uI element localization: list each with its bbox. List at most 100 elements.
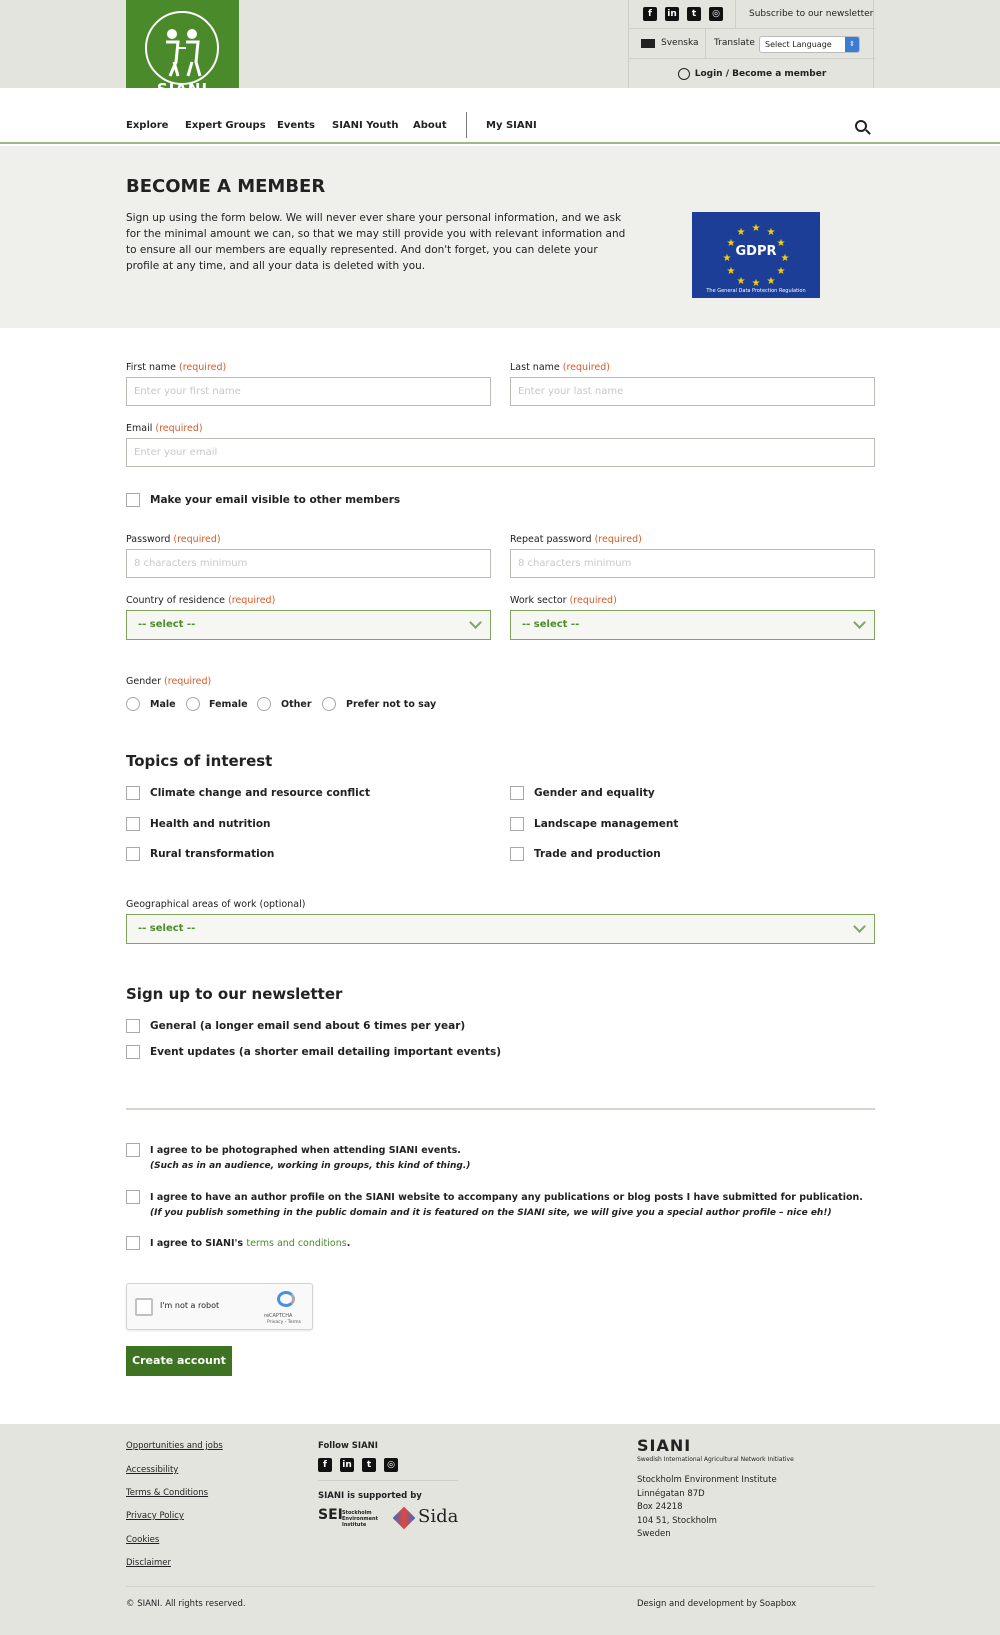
- twitter-icon[interactable]: t: [687, 7, 701, 21]
- email-input[interactable]: Enter your email: [126, 438, 875, 467]
- nav-explore[interactable]: Explore: [126, 120, 168, 131]
- create-account-button[interactable]: Create account: [126, 1346, 232, 1376]
- gender-male-radio[interactable]: [126, 697, 140, 711]
- newsletter-heading: Sign up to our newsletter: [126, 985, 343, 1003]
- gender-male-label: Male: [150, 699, 176, 710]
- work-sector-select[interactable]: -- select --: [510, 610, 875, 640]
- recaptcha-checkbox[interactable]: [135, 1298, 153, 1316]
- footer-link[interactable]: Cookies: [126, 1535, 159, 1545]
- main-nav: [0, 88, 1000, 144]
- footer-social-links: f in t ◎: [318, 1458, 398, 1472]
- copyright: © SIANI. All rights reserved.: [126, 1599, 246, 1609]
- logo-emblem-icon: [145, 11, 219, 85]
- newsletter-link[interactable]: Subscribe to our newsletter: [749, 9, 873, 19]
- gender-prefer-not-label: Prefer not to say: [346, 699, 437, 710]
- instagram-icon[interactable]: ◎: [384, 1458, 398, 1472]
- gender-other-label: Other: [281, 699, 312, 710]
- repeat-password-input[interactable]: 8 characters minimum: [510, 549, 875, 578]
- instagram-icon[interactable]: ◎: [709, 7, 723, 21]
- linkedin-icon[interactable]: in: [665, 7, 679, 21]
- topic-label: Landscape management: [534, 818, 679, 830]
- recaptcha-widget: I'm not a robot reCAPTCHA Privacy - Term…: [126, 1283, 313, 1330]
- twitter-icon[interactable]: t: [362, 1458, 376, 1472]
- user-icon: [677, 67, 690, 80]
- topic-checkbox[interactable]: [510, 786, 524, 800]
- utility-bar: f in t ◎ Subscribe to our newsletter Sve…: [628, 0, 875, 88]
- chevron-down-icon: [853, 616, 866, 629]
- email-visible-label: Make your email visible to other members: [150, 494, 401, 506]
- section-divider: [126, 1108, 875, 1110]
- last-name-input[interactable]: Enter your last name: [510, 377, 875, 406]
- footer-link[interactable]: Opportunities and jobs: [126, 1441, 223, 1451]
- footer-link[interactable]: Privacy Policy: [126, 1511, 184, 1521]
- supported-heading: SIANI is supported by: [318, 1491, 422, 1501]
- utility-row-login[interactable]: Login / Become a member: [629, 59, 875, 88]
- topic-label: Trade and production: [534, 848, 661, 860]
- gender-label: Gender (required): [126, 676, 212, 687]
- recaptcha-brand: reCAPTCHA: [264, 1313, 293, 1319]
- first-name-input[interactable]: Enter your first name: [126, 377, 491, 406]
- topic-checkbox[interactable]: [510, 847, 524, 861]
- geo-label: Geographical areas of work (optional): [126, 899, 306, 910]
- geo-select[interactable]: -- select --: [126, 914, 875, 944]
- newsletter-general-checkbox[interactable]: [126, 1019, 140, 1033]
- sida-logo[interactable]: Sida: [418, 1506, 458, 1527]
- translate-select[interactable]: Select Language ⇕: [759, 36, 860, 53]
- newsletter-events-checkbox[interactable]: [126, 1045, 140, 1059]
- consent-author-note: (If you publish something in the public …: [150, 1208, 832, 1218]
- topic-label: Gender and equality: [534, 787, 655, 799]
- gender-other-radio[interactable]: [257, 697, 271, 711]
- credit[interactable]: Design and development by Soapbox: [637, 1599, 796, 1609]
- facebook-icon[interactable]: f: [318, 1458, 332, 1472]
- chevron-down-icon: [853, 920, 866, 933]
- svg-text:★: ★: [727, 266, 736, 277]
- consent-photo-checkbox[interactable]: [126, 1143, 140, 1157]
- svg-text:★: ★: [777, 266, 786, 277]
- gender-female-radio[interactable]: [186, 697, 200, 711]
- footer-link[interactable]: Terms & Conditions: [126, 1488, 208, 1498]
- recaptcha-links[interactable]: Privacy - Terms: [267, 1320, 301, 1325]
- topic-checkbox[interactable]: [126, 786, 140, 800]
- consent-author-checkbox[interactable]: [126, 1190, 140, 1204]
- password-label: Password (required): [126, 534, 221, 545]
- nav-my-siani[interactable]: My SIANI: [486, 120, 537, 131]
- consent-terms-checkbox[interactable]: [126, 1236, 140, 1250]
- consent-terms-prefix: I agree to SIANI's: [150, 1238, 247, 1249]
- topics-heading: Topics of interest: [126, 752, 273, 770]
- country-select[interactable]: -- select --: [126, 610, 491, 640]
- page-title: BECOME A MEMBER: [126, 176, 326, 197]
- topic-checkbox[interactable]: [126, 847, 140, 861]
- nav-siani-youth[interactable]: SIANI Youth: [332, 120, 398, 131]
- terms-link[interactable]: terms and conditions: [246, 1238, 346, 1249]
- facebook-icon[interactable]: f: [643, 7, 657, 21]
- footer-link[interactable]: Disclaimer: [126, 1558, 171, 1568]
- language-link[interactable]: Svenska: [661, 38, 699, 48]
- chevron-down-icon: [469, 616, 482, 629]
- email-visible-checkbox[interactable]: [126, 493, 140, 507]
- svg-text:★: ★: [767, 276, 776, 286]
- svg-text:★: ★: [752, 223, 761, 234]
- social-links: f in t ◎: [643, 7, 723, 21]
- login-link[interactable]: Login / Become a member: [695, 69, 827, 79]
- consent-photo-label: I agree to be photographed when attendin…: [150, 1145, 461, 1156]
- country-select-value: -- select --: [138, 619, 196, 630]
- footer-bottom-divider: [126, 1586, 875, 1587]
- nav-about[interactable]: About: [413, 120, 447, 131]
- topic-label: Climate change and resource conflict: [150, 787, 370, 799]
- password-input[interactable]: 8 characters minimum: [126, 549, 491, 578]
- email-label: Email (required): [126, 423, 203, 434]
- nav-events[interactable]: Events: [277, 120, 315, 131]
- topic-checkbox[interactable]: [510, 817, 524, 831]
- gender-prefer-not-radio[interactable]: [322, 697, 336, 711]
- linkedin-icon[interactable]: in: [340, 1458, 354, 1472]
- sei-logo[interactable]: SEI: [318, 1507, 343, 1523]
- svg-text:★: ★: [737, 276, 746, 286]
- gender-female-label: Female: [209, 699, 248, 710]
- address-line: Box 24218: [637, 1502, 683, 1512]
- nav-expert-groups[interactable]: Expert Groups: [185, 120, 266, 131]
- footer-link[interactable]: Accessibility: [126, 1465, 178, 1475]
- work-sector-label: Work sector (required): [510, 595, 617, 606]
- topic-checkbox[interactable]: [126, 817, 140, 831]
- intro-text: Sign up using the form below. We will ne…: [126, 212, 626, 272]
- repeat-password-label: Repeat password (required): [510, 534, 642, 545]
